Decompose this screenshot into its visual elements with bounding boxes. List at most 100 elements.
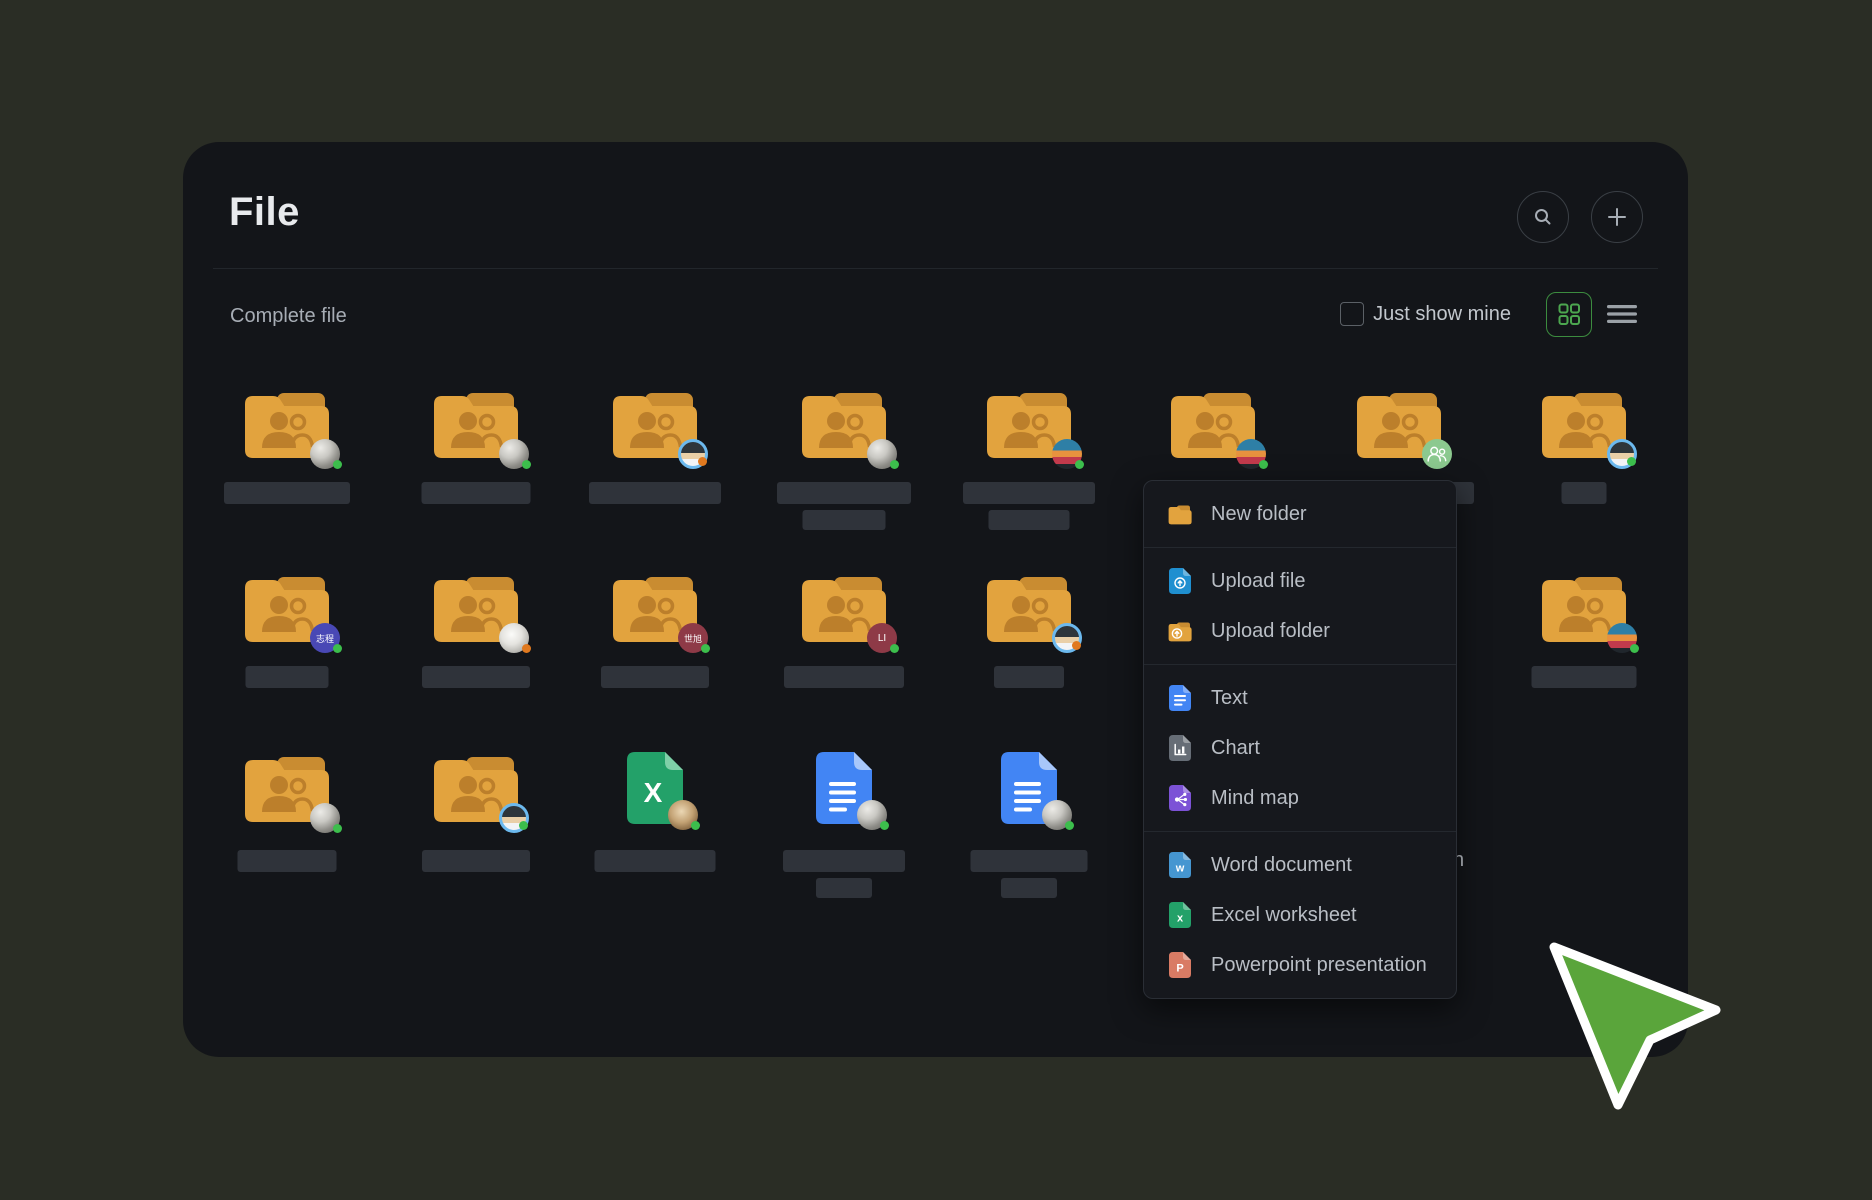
owner-avatar [499, 803, 529, 833]
file-label-placeholder [784, 666, 904, 688]
file-label-placeholder [777, 482, 911, 504]
file-label-placeholder [595, 850, 716, 872]
presence-dot [701, 644, 710, 653]
presence-dot [698, 457, 707, 466]
owner-avatar [1607, 623, 1637, 653]
menu-item-new-folder[interactable]: New folder [1144, 489, 1456, 539]
file-icon-wrap: 世旭 [611, 572, 699, 642]
file-label-placeholder [589, 482, 721, 504]
shared-folder-item[interactable]: 世旭 [580, 572, 730, 696]
shared-folder-item[interactable] [401, 752, 551, 880]
ppt-file-icon: P [1168, 952, 1192, 978]
shared-folder-item[interactable] [954, 388, 1104, 540]
text-file-icon [1168, 685, 1192, 711]
avatar-initials: 世旭 [684, 632, 702, 645]
file-icon-wrap [985, 572, 1073, 642]
file-label-placeholder [989, 510, 1070, 530]
shared-folder-item[interactable] [212, 752, 362, 880]
owner-avatar [1052, 623, 1082, 653]
menu-item-label: Excel worksheet [1211, 904, 1357, 927]
file-label-placeholder [971, 850, 1088, 872]
shared-folder-item[interactable]: LI [769, 572, 919, 696]
file-icon-wrap [1540, 388, 1628, 458]
file-icon-wrap [432, 388, 520, 458]
menu-item-word-document[interactable]: w Word document [1144, 840, 1456, 890]
svg-text:P: P [1176, 963, 1183, 975]
presence-dot [1259, 460, 1268, 469]
owner-avatar: 志程 [310, 623, 340, 653]
svg-text:x: x [1177, 913, 1184, 925]
presence-dot [1065, 821, 1074, 830]
upload-file-icon [1168, 568, 1192, 594]
file-label-placeholder [422, 850, 530, 872]
excel-sheet-icon: x [1168, 902, 1192, 928]
owner-avatar [867, 439, 897, 469]
file-label-placeholder [601, 666, 709, 688]
shared-folder-item[interactable]: 志程 [212, 572, 362, 696]
presence-dot [519, 821, 528, 830]
shared-folder-item[interactable] [954, 572, 1104, 696]
menu-item-label: Upload folder [1211, 620, 1330, 643]
menu-item-upload-file[interactable]: Upload file [1144, 556, 1456, 606]
owner-avatar [1236, 439, 1266, 469]
document-file-item[interactable] [769, 752, 919, 908]
shared-folder-item[interactable] [1509, 388, 1659, 512]
excel-file-item[interactable]: X [580, 752, 730, 880]
file-icon-wrap [432, 752, 520, 822]
file-label-placeholder [783, 850, 905, 872]
owner-avatar [1042, 800, 1072, 830]
file-grid: 志程 世旭 LI [183, 142, 1688, 1057]
file-icon-wrap [611, 388, 699, 458]
svg-text:X: X [644, 777, 663, 808]
file-label-placeholder [224, 482, 350, 504]
presence-dot [890, 460, 899, 469]
mindmap-file-icon [1168, 785, 1192, 811]
upload-folder-icon [1168, 621, 1192, 642]
avatar-initials: LI [878, 633, 886, 644]
file-label-placeholder [1532, 666, 1637, 688]
file-icon-wrap: X [627, 752, 683, 824]
menu-item-text[interactable]: Text [1144, 673, 1456, 723]
shared-folder-item[interactable] [580, 388, 730, 512]
shared-folder-item[interactable] [401, 572, 551, 696]
menu-group: Upload file Upload folder [1144, 547, 1456, 664]
file-icon-wrap: LI [800, 572, 888, 642]
file-icon-wrap [816, 752, 872, 824]
create-context-menu: New folder Upload file Upload folder Tex… [1143, 480, 1457, 999]
desktop-background: File Complete file Just show mine [0, 0, 1872, 1200]
file-icon-wrap [1355, 388, 1443, 458]
file-label-placeholder [816, 878, 872, 898]
avatar-initials: 志程 [316, 632, 334, 645]
file-label-placeholder [238, 850, 337, 872]
menu-item-mind-map[interactable]: Mind map [1144, 773, 1456, 823]
menu-group: New folder [1144, 481, 1456, 547]
document-file-item[interactable] [954, 752, 1104, 908]
presence-dot [1072, 641, 1081, 650]
shared-folder-item[interactable] [401, 388, 551, 512]
menu-item-chart[interactable]: Chart [1144, 723, 1456, 773]
presence-dot [333, 824, 342, 833]
owner-avatar [1607, 439, 1637, 469]
menu-item-excel-worksheet[interactable]: x Excel worksheet [1144, 890, 1456, 940]
menu-group: Text Chart Mind map [1144, 664, 1456, 831]
file-icon-wrap [243, 752, 331, 822]
menu-group: w Word document x Excel worksheet P Powe… [1144, 831, 1456, 998]
shared-folder-item[interactable] [212, 388, 362, 512]
presence-dot [522, 644, 531, 653]
owner-avatar [857, 800, 887, 830]
svg-text:w: w [1175, 863, 1185, 875]
file-label-placeholder [422, 482, 531, 504]
owner-avatar: 世旭 [678, 623, 708, 653]
menu-item-powerpoint-presentation[interactable]: P Powerpoint presentation [1144, 940, 1456, 990]
members-icon [1424, 441, 1450, 467]
file-label-placeholder [994, 666, 1064, 688]
presence-dot [1627, 457, 1636, 466]
owner-avatar [678, 439, 708, 469]
menu-item-upload-folder[interactable]: Upload folder [1144, 606, 1456, 656]
file-icon-wrap [1540, 572, 1628, 642]
file-icon-wrap [1169, 388, 1257, 458]
shared-folder-item[interactable] [769, 388, 919, 540]
file-icon-wrap [985, 388, 1073, 458]
shared-folder-item[interactable] [1509, 572, 1659, 696]
owner-avatar [310, 803, 340, 833]
